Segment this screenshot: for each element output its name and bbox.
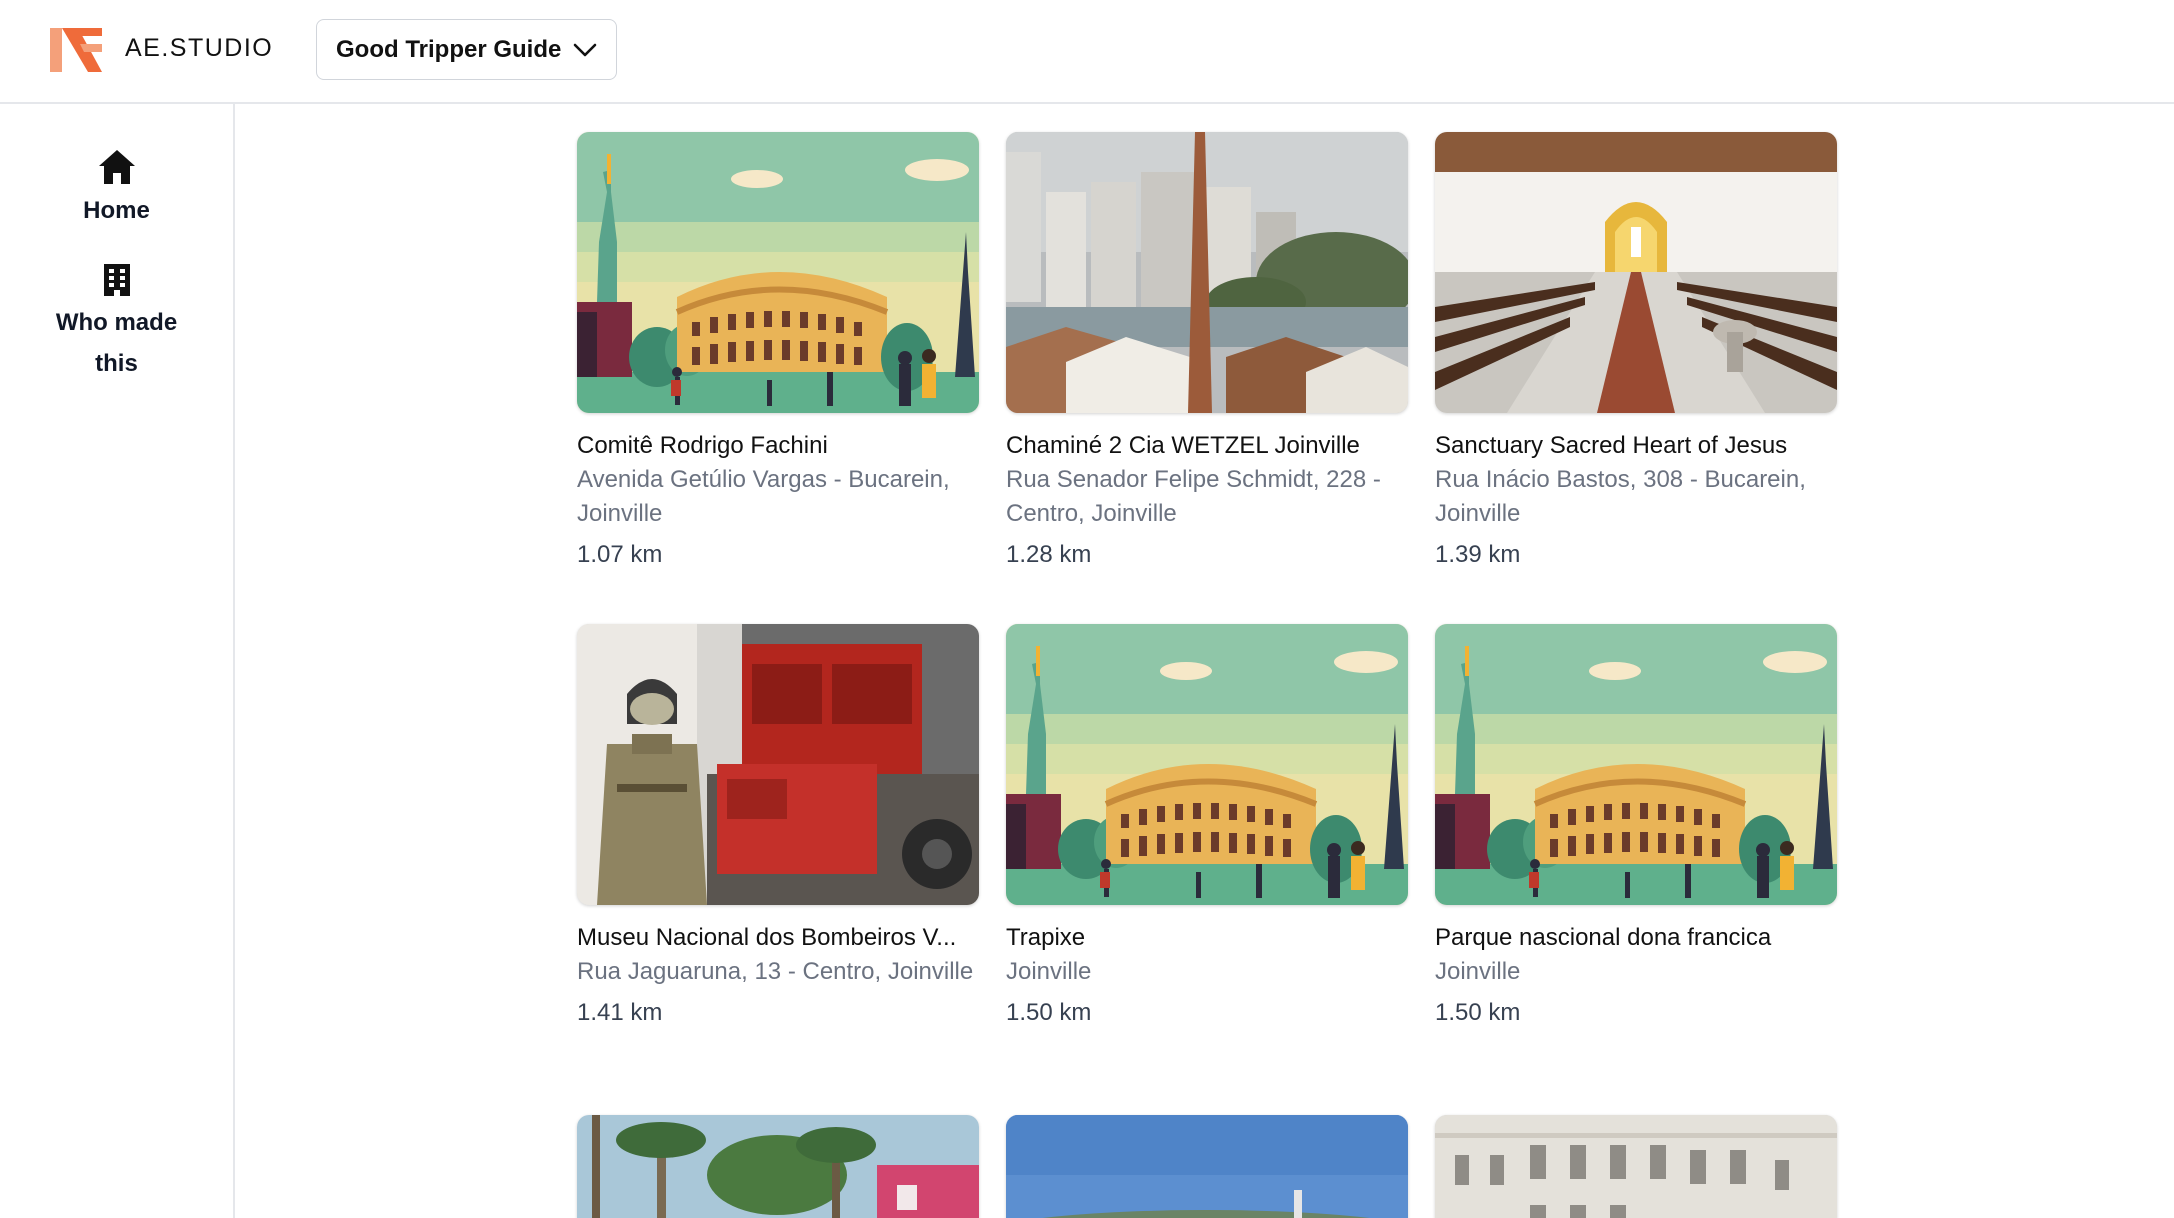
place-image-city-chimney xyxy=(1006,132,1408,413)
app-selector-dropdown[interactable]: Good Tripper Guide xyxy=(316,19,617,80)
sidebar-item-home[interactable]: Home xyxy=(0,148,233,231)
place-card[interactable]: Chaminé 2 Cia WETZEL Joinville Rua Senad… xyxy=(1006,132,1408,572)
place-image-sky xyxy=(1006,1115,1408,1218)
app-selector-value: Good Tripper Guide xyxy=(336,35,562,63)
building-icon xyxy=(103,264,130,296)
place-address: Joinville xyxy=(1435,958,1521,985)
ae-studio-logo-icon[interactable] xyxy=(48,22,104,78)
place-card[interactable]: Trapixe Joinville 1.50 km xyxy=(1006,624,1408,1030)
place-image-fire-museum xyxy=(577,624,979,905)
place-distance: 1.41 km xyxy=(577,999,663,1026)
place-distance: 1.39 km xyxy=(1435,541,1521,568)
brand-name: AE.STUDIO xyxy=(125,34,274,62)
place-address: Joinville xyxy=(1006,958,1092,985)
place-distance: 1.28 km xyxy=(1006,541,1092,568)
place-image-church-interior xyxy=(1435,132,1837,413)
place-name: Comitê Rodrigo Fachini xyxy=(577,432,828,459)
sidebar-item-who-made-this[interactable]: Who made this xyxy=(0,262,233,384)
place-card[interactable] xyxy=(577,1115,979,1218)
place-image-placeholder-illustration xyxy=(1435,624,1837,905)
place-card[interactable] xyxy=(1435,1115,1837,1218)
place-address: Avenida Getúlio Vargas - Bucarein, Joinv… xyxy=(577,466,950,527)
place-name: Parque nascional dona francica xyxy=(1435,924,1772,951)
place-name: Sanctuary Sacred Heart of Jesus xyxy=(1435,432,1788,459)
place-card[interactable]: Parque nascional dona francica Joinville… xyxy=(1435,624,1837,1030)
place-image-placeholder-illustration xyxy=(1006,624,1408,905)
home-icon xyxy=(98,150,135,184)
place-address: Rua Senador Felipe Schmidt, 228 - Centro… xyxy=(1006,466,1381,527)
place-address: Rua Jaguaruna, 13 - Centro, Joinville xyxy=(577,958,974,985)
place-distance: 1.50 km xyxy=(1435,999,1521,1026)
place-distance: 1.50 km xyxy=(1006,999,1092,1026)
place-name: Museu Nacional dos Bombeiros V... xyxy=(577,924,957,951)
chevron-down-icon xyxy=(573,43,597,57)
sidebar-item-label: Home xyxy=(83,197,150,224)
place-name: Trapixe xyxy=(1006,924,1086,951)
place-address: Rua Inácio Bastos, 308 - Bucarein, Joinv… xyxy=(1435,466,1806,527)
sidebar-nav: Home Who made this xyxy=(0,104,235,1218)
place-image-palm-trees xyxy=(577,1115,979,1218)
app-header: AE.STUDIO Good Tripper Guide xyxy=(0,0,2174,104)
place-card[interactable]: Museu Nacional dos Bombeiros V... Rua Ja… xyxy=(577,624,979,1030)
place-distance: 1.07 km xyxy=(577,541,663,568)
place-name: Chaminé 2 Cia WETZEL Joinville xyxy=(1006,432,1360,459)
place-card[interactable]: Sanctuary Sacred Heart of Jesus Rua Inác… xyxy=(1435,132,1837,572)
place-card[interactable] xyxy=(1006,1115,1408,1218)
place-card[interactable]: Comitê Rodrigo Fachini Avenida Getúlio V… xyxy=(577,132,979,572)
place-image-placeholder-illustration xyxy=(577,132,979,413)
sidebar-item-label: Who made this xyxy=(55,309,178,377)
place-image-historic-building xyxy=(1435,1115,1837,1218)
